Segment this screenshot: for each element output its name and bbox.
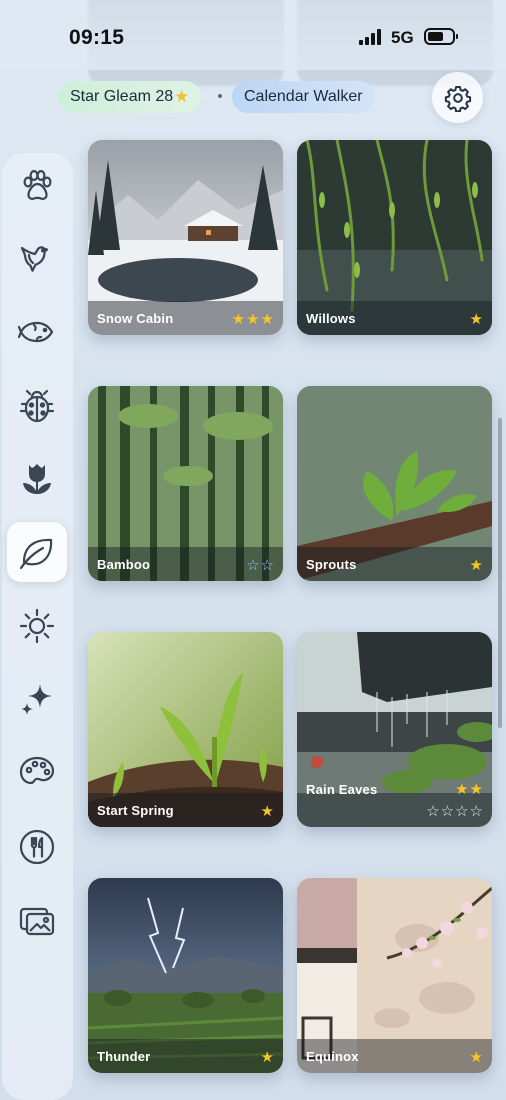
- leaf-icon: [19, 538, 53, 570]
- card-thunder[interactable]: Thunder ★: [88, 878, 283, 1073]
- rail-item-food[interactable]: [7, 817, 67, 877]
- card-stars: ★: [469, 1049, 484, 1066]
- rail-item-fish[interactable]: [7, 302, 67, 362]
- card-stars: ★: [260, 803, 275, 820]
- card-snow-cabin[interactable]: Snow Cabin ★★★: [88, 140, 283, 335]
- status-bar: 09:15 5G: [0, 0, 506, 76]
- card-title: Rain Eaves: [306, 782, 378, 797]
- rail-item-magic[interactable]: [7, 669, 67, 729]
- sun-icon: [19, 608, 55, 644]
- seasons-gallery-screen: 09:15 5G Star Gleam 28 ★ Calendar Walker: [0, 0, 506, 1100]
- rail-item-flowers[interactable]: [7, 449, 67, 509]
- card-stars: ★: [260, 1049, 275, 1066]
- status-time: 09:15: [69, 26, 125, 49]
- star-icon: ★: [174, 87, 190, 106]
- card-title: Willows: [306, 311, 356, 326]
- network-label: 5G: [391, 28, 414, 47]
- stars-chip[interactable]: Star Gleam 28 ★: [58, 81, 202, 113]
- rail-item-birds[interactable]: [7, 229, 67, 289]
- gallery-icon: [19, 907, 55, 936]
- rail-item-insects[interactable]: [7, 376, 67, 436]
- stars-chip-label: Star Gleam 28: [70, 88, 174, 105]
- rail-item-gallery[interactable]: [7, 890, 67, 950]
- card-bamboo[interactable]: Bamboo ☆☆: [88, 386, 283, 581]
- card-title: Thunder: [97, 1049, 151, 1064]
- signal-icon: [359, 29, 381, 45]
- calendar-chip[interactable]: Calendar Walker: [232, 81, 375, 113]
- card-stars: ☆☆: [246, 557, 275, 574]
- ladybug-icon: [19, 389, 55, 423]
- chip-separator: [218, 94, 222, 98]
- card-willows[interactable]: Willows ★: [297, 140, 492, 335]
- palette-icon: [19, 756, 55, 785]
- card-title: Start Spring: [97, 803, 174, 818]
- card-stars: ★: [469, 311, 484, 328]
- tulip-icon: [23, 464, 51, 494]
- rail-item-art[interactable]: [7, 743, 67, 803]
- settings-button[interactable]: [432, 72, 483, 123]
- card-title: Snow Cabin: [97, 311, 174, 326]
- fork-knife-icon: [19, 829, 55, 865]
- card-sprouts[interactable]: Sprouts ★: [297, 386, 492, 581]
- gear-icon: [444, 85, 471, 112]
- card-start-spring[interactable]: Start Spring ★: [88, 632, 283, 827]
- rail-item-seasons[interactable]: [7, 522, 67, 582]
- card-earned-stars: ★★: [455, 781, 484, 798]
- rail-item-animals[interactable]: [7, 156, 67, 216]
- battery-icon: [424, 28, 458, 45]
- card-rain-eaves[interactable]: Rain Eaves ★★ ☆☆☆☆: [297, 632, 492, 827]
- sparkle-icon: [21, 684, 52, 715]
- card-stars: ★★★: [231, 311, 275, 328]
- fish-icon: [17, 321, 54, 343]
- card-stars: ☆☆☆☆: [426, 803, 484, 820]
- card-equinox[interactable]: Equinox ★: [297, 878, 492, 1073]
- paw-icon: [23, 169, 52, 200]
- card-title: Equinox: [306, 1049, 359, 1064]
- card-title: Sprouts: [306, 557, 357, 572]
- calendar-chip-label: Calendar Walker: [244, 88, 363, 105]
- card-title: Bamboo: [97, 557, 151, 572]
- rail-item-weather[interactable]: [7, 596, 67, 656]
- scrollbar[interactable]: [498, 418, 502, 728]
- card-stars: ★: [469, 557, 484, 574]
- bird-icon: [20, 246, 49, 272]
